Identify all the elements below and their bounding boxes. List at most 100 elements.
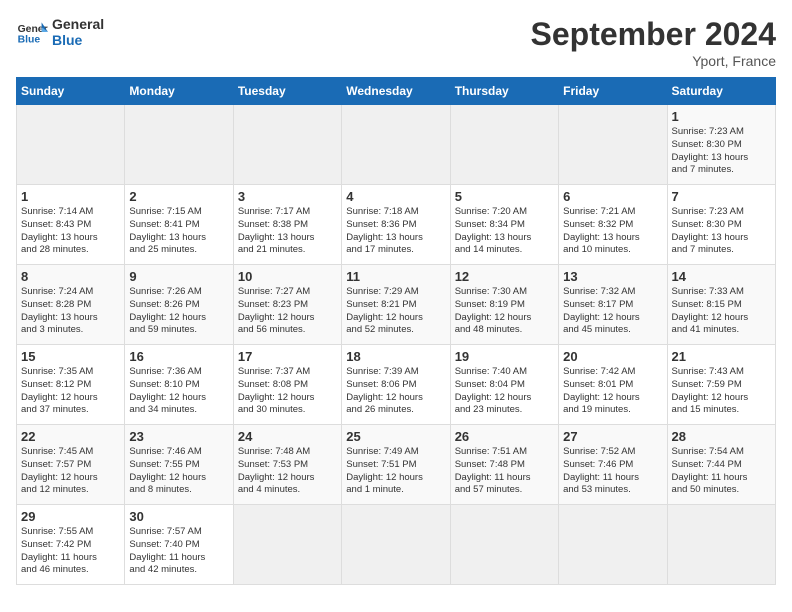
day-number: 3	[238, 189, 337, 204]
logo-icon: General Blue	[16, 16, 48, 48]
calendar-cell: 6 Sunrise: 7:21 AMSunset: 8:32 PMDaylight…	[559, 185, 667, 265]
day-number: 20	[563, 349, 662, 364]
calendar-cell: 29Sunrise: 7:55 AMSunset: 7:42 PMDayligh…	[17, 505, 125, 585]
calendar-cell: 1 Sunrise: 7:23 AMSunset: 8:30 PMDaylight…	[667, 105, 775, 185]
day-number: 17	[238, 349, 337, 364]
cell-info: Sunrise: 7:26 AMSunset: 8:26 PMDaylight:…	[129, 286, 228, 337]
calendar-cell: 5Sunrise: 7:20 AMSunset: 8:34 PMDaylight…	[450, 185, 558, 265]
calendar-cell: 22Sunrise: 7:45 AMSunset: 7:57 PMDayligh…	[17, 425, 125, 505]
calendar-week-row: 29Sunrise: 7:55 AMSunset: 7:42 PMDayligh…	[17, 505, 776, 585]
cell-info: Sunrise: 7:42 AMSunset: 8:01 PMDaylight:…	[563, 366, 662, 417]
calendar-cell: 8 Sunrise: 7:24 AMSunset: 8:28 PMDaylight…	[17, 265, 125, 345]
day-number: 18	[346, 349, 445, 364]
cell-info: Sunrise: 7:23 AMSunset: 8:30 PMDaylight:…	[672, 206, 771, 257]
cell-info: Sunrise: 7:52 AMSunset: 7:46 PMDaylight:…	[563, 446, 662, 497]
calendar-cell: 13 Sunrise: 7:32 AMSunset: 8:17 PMDayligh…	[559, 265, 667, 345]
calendar-cell: 3 Sunrise: 7:17 AMSunset: 8:38 PMDaylight…	[233, 185, 341, 265]
calendar-week-row: 15 Sunrise: 7:35 AMSunset: 8:12 PMDayligh…	[17, 345, 776, 425]
calendar-cell: 7 Sunrise: 7:23 AMSunset: 8:30 PMDaylight…	[667, 185, 775, 265]
cell-info: Sunrise: 7:35 AMSunset: 8:12 PMDaylight:…	[21, 366, 120, 417]
cell-info: Sunrise: 7:37 AMSunset: 8:08 PMDaylight:…	[238, 366, 337, 417]
cell-info: Sunrise: 7:57 AMSunset: 7:40 PMDaylight:…	[129, 526, 228, 577]
calendar-cell	[450, 105, 558, 185]
day-number: 30	[129, 509, 228, 524]
calendar-cell: 4 Sunrise: 7:18 AMSunset: 8:36 PMDaylight…	[342, 185, 450, 265]
day-number: 1	[21, 189, 120, 204]
cell-info: Sunrise: 7:23 AMSunset: 8:30 PMDaylight:…	[672, 126, 771, 177]
day-number: 7	[672, 189, 771, 204]
calendar-cell	[125, 105, 233, 185]
calendar-cell	[233, 105, 341, 185]
calendar-cell: 18Sunrise: 7:39 AMSunset: 8:06 PMDayligh…	[342, 345, 450, 425]
cell-info: Sunrise: 7:17 AMSunset: 8:38 PMDaylight:…	[238, 206, 337, 257]
calendar-cell	[667, 505, 775, 585]
logo: General Blue General Blue	[16, 16, 104, 48]
cell-info: Sunrise: 7:43 AMSunset: 7:59 PMDaylight:…	[672, 366, 771, 417]
calendar-cell: 26Sunrise: 7:51 AMSunset: 7:48 PMDayligh…	[450, 425, 558, 505]
cell-info: Sunrise: 7:49 AMSunset: 7:51 PMDaylight:…	[346, 446, 445, 497]
cell-info: Sunrise: 7:40 AMSunset: 8:04 PMDaylight:…	[455, 366, 554, 417]
cell-info: Sunrise: 7:15 AMSunset: 8:41 PMDaylight:…	[129, 206, 228, 257]
page-header: General Blue General Blue September 2024…	[16, 16, 776, 69]
cell-info: Sunrise: 7:32 AMSunset: 8:17 PMDaylight:…	[563, 286, 662, 337]
calendar-cell: 15 Sunrise: 7:35 AMSunset: 8:12 PMDayligh…	[17, 345, 125, 425]
cell-info: Sunrise: 7:21 AMSunset: 8:32 PMDaylight:…	[563, 206, 662, 257]
calendar-cell	[342, 105, 450, 185]
calendar-cell: 24Sunrise: 7:48 AMSunset: 7:53 PMDayligh…	[233, 425, 341, 505]
calendar-cell: 19 Sunrise: 7:40 AMSunset: 8:04 PMDayligh…	[450, 345, 558, 425]
calendar-cell: 20 Sunrise: 7:42 AMSunset: 8:01 PMDayligh…	[559, 345, 667, 425]
calendar-cell	[233, 505, 341, 585]
logo-text-line1: General	[52, 16, 104, 32]
day-number: 6	[563, 189, 662, 204]
day-number: 4	[346, 189, 445, 204]
calendar-cell: 14 Sunrise: 7:33 AMSunset: 8:15 PMDayligh…	[667, 265, 775, 345]
calendar-week-row: 1 Sunrise: 7:14 AMSunset: 8:43 PMDaylight…	[17, 185, 776, 265]
cell-info: Sunrise: 7:24 AMSunset: 8:28 PMDaylight:…	[21, 286, 120, 337]
day-number: 23	[129, 429, 228, 444]
cell-info: Sunrise: 7:36 AMSunset: 8:10 PMDaylight:…	[129, 366, 228, 417]
calendar-cell: 16 Sunrise: 7:36 AMSunset: 8:10 PMDayligh…	[125, 345, 233, 425]
day-number: 28	[672, 429, 771, 444]
day-number: 12	[455, 269, 554, 284]
column-header-monday: Monday	[125, 78, 233, 105]
calendar-cell: 2 Sunrise: 7:15 AMSunset: 8:41 PMDaylight…	[125, 185, 233, 265]
day-number: 21	[672, 349, 771, 364]
calendar-cell: 30 Sunrise: 7:57 AMSunset: 7:40 PMDayligh…	[125, 505, 233, 585]
day-number: 22	[21, 429, 120, 444]
column-header-tuesday: Tuesday	[233, 78, 341, 105]
calendar-cell: 28Sunrise: 7:54 AMSunset: 7:44 PMDayligh…	[667, 425, 775, 505]
calendar-cell: 23 Sunrise: 7:46 AMSunset: 7:55 PMDayligh…	[125, 425, 233, 505]
day-number: 10	[238, 269, 337, 284]
calendar-cell: 11Sunrise: 7:29 AMSunset: 8:21 PMDayligh…	[342, 265, 450, 345]
column-header-thursday: Thursday	[450, 78, 558, 105]
day-number: 8	[21, 269, 120, 284]
day-number: 15	[21, 349, 120, 364]
calendar-cell: 25Sunrise: 7:49 AMSunset: 7:51 PMDayligh…	[342, 425, 450, 505]
cell-info: Sunrise: 7:18 AMSunset: 8:36 PMDaylight:…	[346, 206, 445, 257]
day-number: 13	[563, 269, 662, 284]
calendar-cell	[559, 505, 667, 585]
calendar-table: SundayMondayTuesdayWednesdayThursdayFrid…	[16, 77, 776, 585]
day-number: 1	[672, 109, 771, 124]
day-number: 29	[21, 509, 120, 524]
cell-info: Sunrise: 7:33 AMSunset: 8:15 PMDaylight:…	[672, 286, 771, 337]
calendar-cell	[450, 505, 558, 585]
calendar-week-row: 22Sunrise: 7:45 AMSunset: 7:57 PMDayligh…	[17, 425, 776, 505]
calendar-cell: 12 Sunrise: 7:30 AMSunset: 8:19 PMDayligh…	[450, 265, 558, 345]
cell-info: Sunrise: 7:30 AMSunset: 8:19 PMDaylight:…	[455, 286, 554, 337]
calendar-cell: 1 Sunrise: 7:14 AMSunset: 8:43 PMDaylight…	[17, 185, 125, 265]
calendar-cell: 9Sunrise: 7:26 AMSunset: 8:26 PMDaylight…	[125, 265, 233, 345]
month-title: September 2024	[531, 16, 776, 53]
day-number: 26	[455, 429, 554, 444]
day-number: 16	[129, 349, 228, 364]
calendar-cell	[17, 105, 125, 185]
cell-info: Sunrise: 7:29 AMSunset: 8:21 PMDaylight:…	[346, 286, 445, 337]
column-header-sunday: Sunday	[17, 78, 125, 105]
day-number: 24	[238, 429, 337, 444]
cell-info: Sunrise: 7:14 AMSunset: 8:43 PMDaylight:…	[21, 206, 120, 257]
day-number: 2	[129, 189, 228, 204]
cell-info: Sunrise: 7:46 AMSunset: 7:55 PMDaylight:…	[129, 446, 228, 497]
day-number: 14	[672, 269, 771, 284]
day-number: 19	[455, 349, 554, 364]
calendar-cell	[559, 105, 667, 185]
